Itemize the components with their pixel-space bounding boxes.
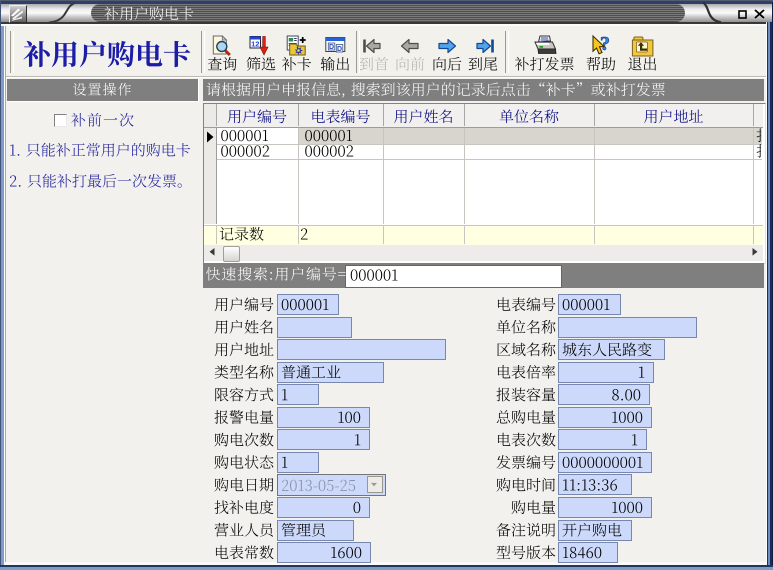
svg-text:12: 12 (251, 40, 259, 49)
svg-text:D: D (329, 44, 334, 51)
svg-text:D: D (337, 46, 342, 53)
